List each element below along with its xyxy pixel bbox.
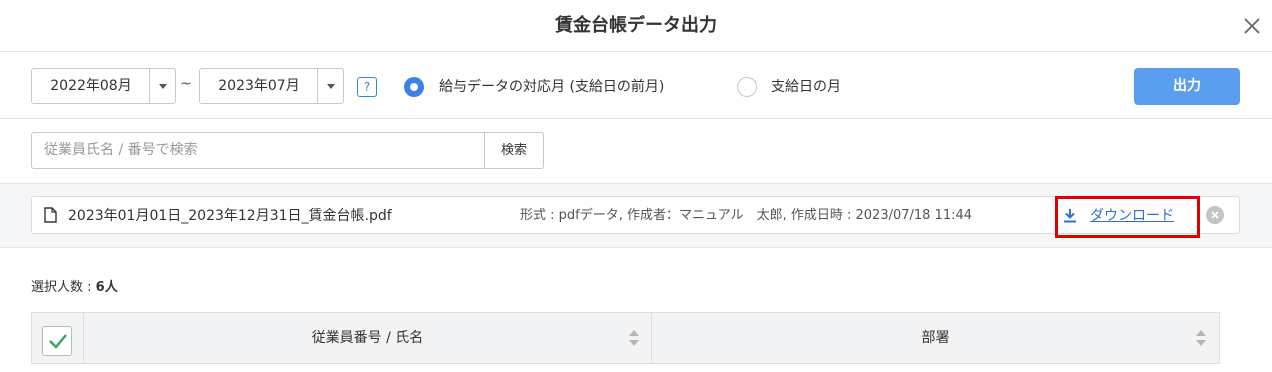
radio-payday-month-label[interactable]: 支給日の月	[771, 77, 841, 97]
file-name: 2023年01月01日_2023年12月31日_賃金台帳.pdf	[68, 208, 392, 224]
range-separator: ~	[180, 76, 192, 92]
sort-icon[interactable]	[1195, 327, 1207, 349]
sort-icon[interactable]	[628, 327, 640, 349]
select-all-cell	[32, 313, 84, 363]
selection-count-label: 選択人数 :	[31, 280, 96, 295]
column-header-employee[interactable]: 従業員番号 / 氏名	[84, 313, 652, 363]
radio-payroll-month[interactable]	[404, 77, 424, 97]
search-button[interactable]: 検索	[484, 132, 544, 169]
download-icon[interactable]	[1063, 208, 1077, 227]
dialog-title: 賃金台帳データ出力	[0, 0, 1272, 52]
column-header-employee-label: 従業員番号 / 氏名	[311, 330, 424, 346]
column-header-department-label: 部署	[921, 330, 950, 346]
file-icon	[44, 207, 57, 227]
file-meta: 形式 : pdfデータ, 作成者：マニュアル 太郎, 作成日時 : 2023/0…	[520, 208, 973, 223]
employee-search-input[interactable]: 従業員氏名 / 番号で検索	[31, 132, 485, 169]
start-month-dropdown-icon[interactable]	[149, 69, 175, 103]
end-month-select[interactable]: 2023年07月	[199, 68, 344, 104]
section-divider	[0, 118, 1272, 119]
radio-payday-month[interactable]	[737, 77, 757, 97]
end-month-value: 2023年07月	[218, 78, 300, 94]
select-all-checkbox[interactable]	[42, 326, 72, 356]
radio-payroll-month-label[interactable]: 給与データの対応月 (支給日の前月)	[439, 77, 664, 97]
output-button[interactable]: 出力	[1134, 68, 1240, 105]
start-month-value: 2022年08月	[50, 78, 132, 94]
start-month-select[interactable]: 2022年08月	[31, 68, 176, 104]
close-icon[interactable]	[1238, 12, 1266, 40]
help-icon[interactable]: ?	[357, 77, 377, 97]
selection-count-value: 6人	[95, 280, 118, 295]
end-month-dropdown-icon[interactable]	[317, 69, 343, 103]
download-link[interactable]: ダウンロード	[1090, 206, 1174, 226]
remove-file-icon[interactable]	[1206, 206, 1224, 224]
table-header: 従業員番号 / 氏名 部署	[31, 312, 1220, 364]
column-header-department[interactable]: 部署	[652, 313, 1219, 363]
selection-count: 選択人数 : 6人	[31, 279, 118, 297]
